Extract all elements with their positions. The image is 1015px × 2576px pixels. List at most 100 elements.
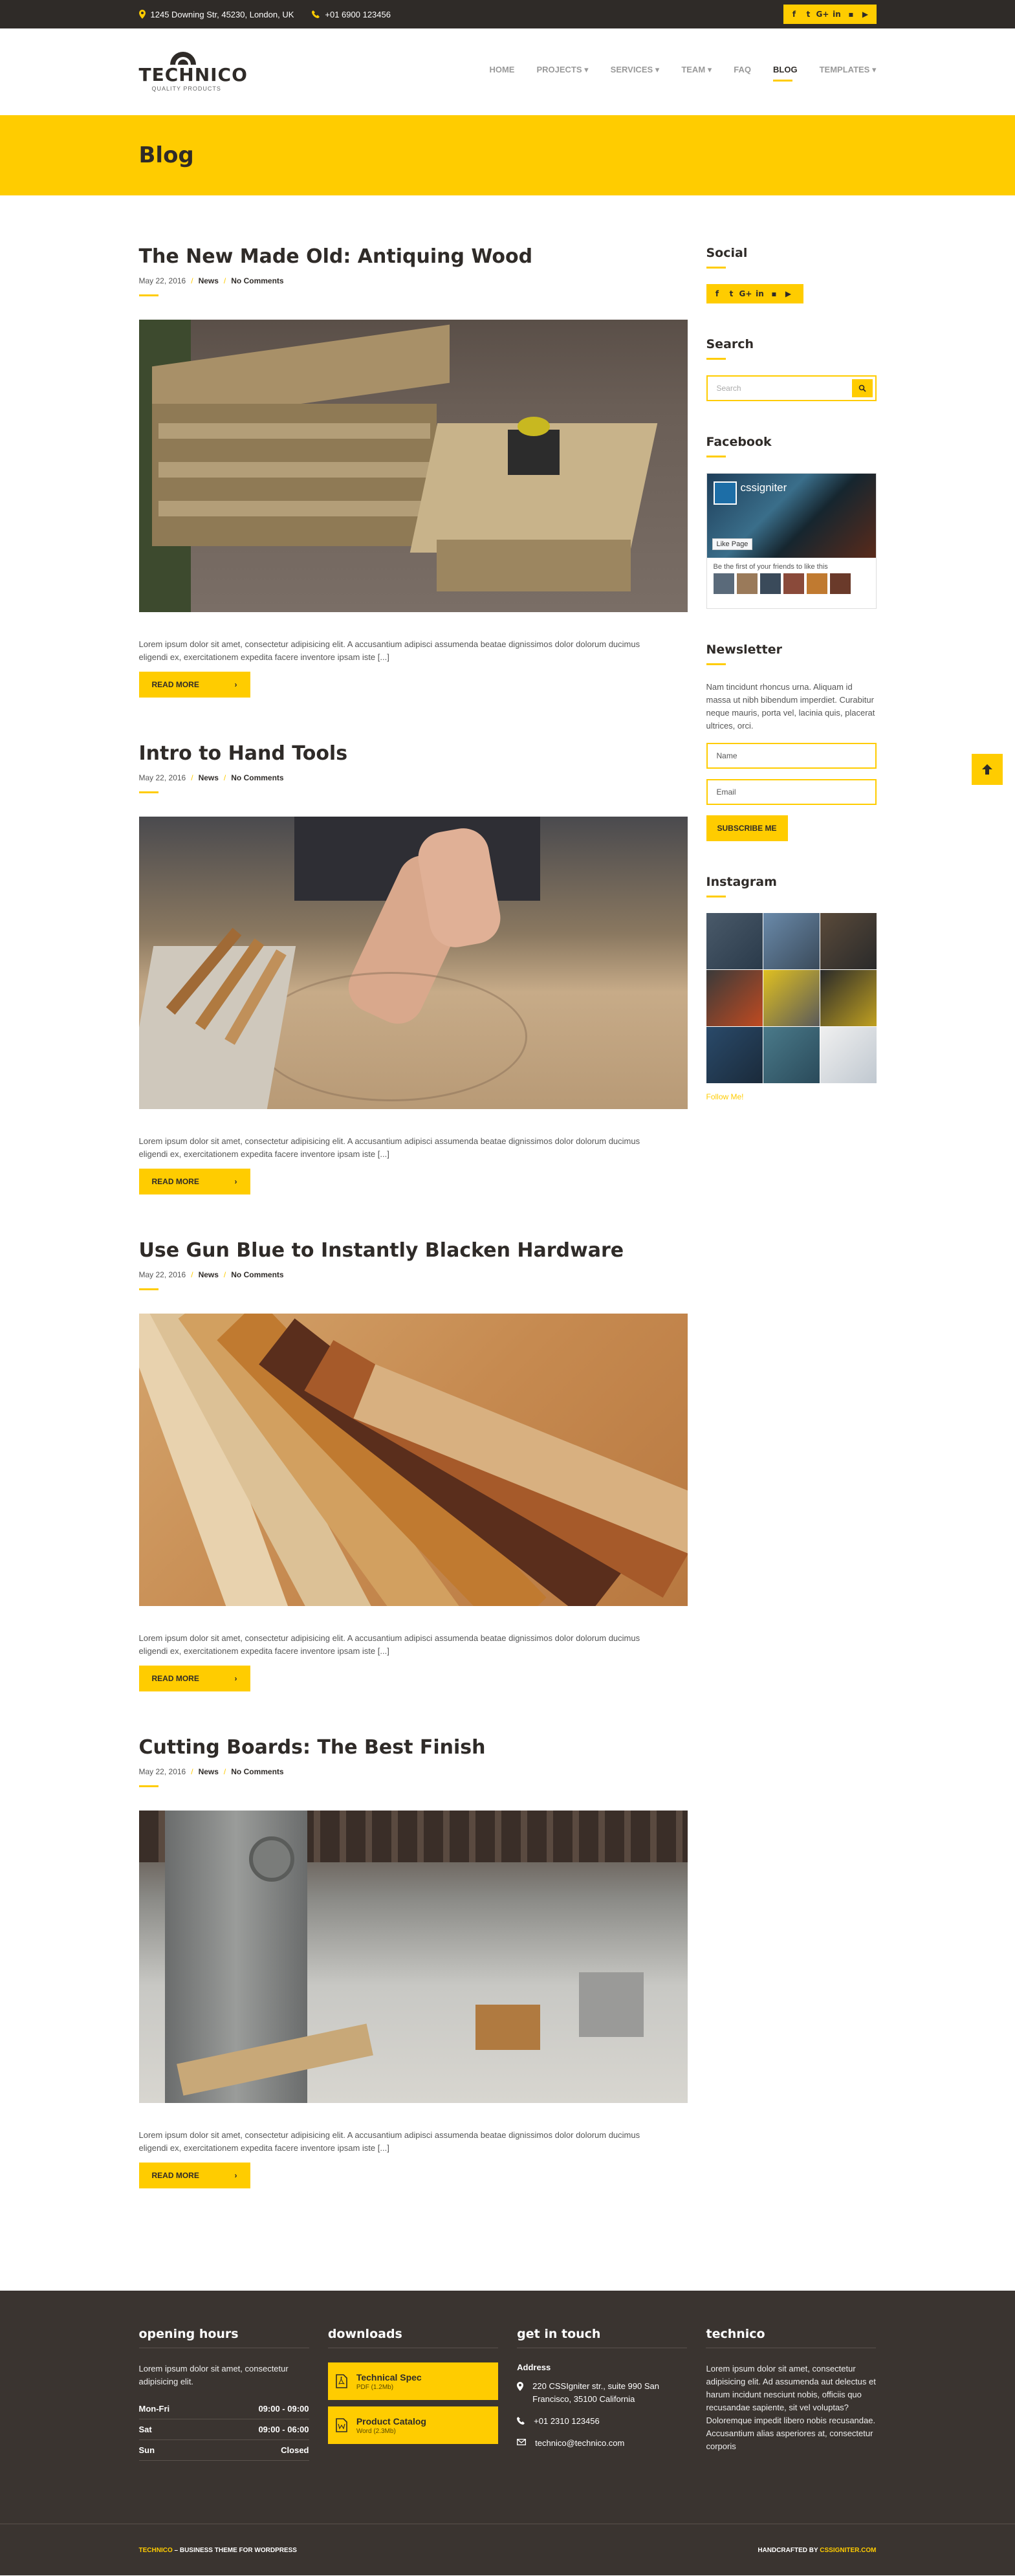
post-category[interactable]: News bbox=[199, 1767, 219, 1776]
nav-blog[interactable]: BLOG bbox=[773, 65, 798, 82]
flickr-icon[interactable]: ▪ bbox=[767, 287, 781, 301]
read-more-label: READ MORE bbox=[151, 680, 199, 689]
title-underline bbox=[706, 267, 726, 269]
widget-title: Newsletter bbox=[706, 643, 782, 657]
post-title[interactable]: The New Made Old: Antiquing Wood bbox=[139, 246, 688, 267]
youtube-icon[interactable]: ▶ bbox=[858, 7, 873, 21]
youtube-icon[interactable]: ▶ bbox=[781, 287, 796, 301]
phone-icon bbox=[517, 2417, 525, 2425]
about-text: Lorem ipsum dolor sit amet, consectetur … bbox=[706, 2364, 876, 2451]
hours-row: Mon-Fri 09:00 - 09:00 bbox=[138, 2399, 309, 2419]
twitter-icon[interactable]: t bbox=[802, 7, 816, 21]
instagram-photo[interactable] bbox=[820, 1027, 877, 1083]
post-image-wood-samples[interactable] bbox=[138, 1314, 688, 1606]
footer-downloads: downloads Technical Spec PDF (1.2Mb) Prod… bbox=[327, 2327, 498, 2524]
facebook-friend-thumbs bbox=[707, 573, 876, 594]
footer-cssigniter-link[interactable]: CSSIGNITER.COM bbox=[820, 2547, 876, 2554]
logo-sun-icon bbox=[169, 52, 196, 65]
title-underline bbox=[706, 456, 726, 457]
pdf-file-icon bbox=[336, 2374, 347, 2388]
title-underline bbox=[138, 294, 158, 296]
post-comments[interactable]: No Comments bbox=[231, 276, 283, 285]
post-image-workshop[interactable] bbox=[138, 1811, 688, 2103]
post-comments[interactable]: No Comments bbox=[231, 1270, 283, 1279]
facebook-friends-text: Be the first of your friends to like thi… bbox=[713, 563, 828, 571]
name-placeholder: Name bbox=[716, 751, 737, 760]
post-title[interactable]: Intro to Hand Tools bbox=[139, 743, 688, 764]
subscribe-button[interactable]: SUBSCRIBE ME bbox=[706, 815, 788, 841]
facebook-icon[interactable]: f bbox=[710, 287, 725, 301]
back-to-top-button[interactable] bbox=[971, 754, 1003, 785]
facebook-icon[interactable]: f bbox=[787, 7, 802, 21]
contact-email[interactable]: technico@technico.com bbox=[517, 2437, 687, 2450]
download-meta: Word (2.3Mb) bbox=[356, 2427, 396, 2435]
chevron-right-icon: › bbox=[234, 1674, 237, 1683]
search-button[interactable] bbox=[851, 379, 873, 397]
instagram-photo[interactable] bbox=[763, 970, 820, 1026]
footer-handcrafted-text: HANDCRAFTED BY bbox=[758, 2546, 820, 2554]
flickr-icon[interactable]: ▪ bbox=[844, 7, 858, 21]
facebook-like-button[interactable]: Like Page bbox=[712, 538, 753, 550]
post-excerpt: Lorem ipsum dolor sit amet, consectetur … bbox=[138, 639, 640, 662]
download-file[interactable]: Technical Spec PDF (1.2Mb) bbox=[327, 2362, 498, 2400]
linkedin-icon[interactable]: in bbox=[830, 7, 844, 21]
search-input[interactable]: Search bbox=[706, 375, 877, 401]
google-plus-icon[interactable]: G+ bbox=[816, 7, 830, 21]
read-more-button[interactable]: READ MORE › bbox=[138, 1666, 250, 1691]
read-more-button[interactable]: READ MORE › bbox=[138, 1169, 250, 1194]
instagram-photo[interactable] bbox=[706, 1027, 763, 1083]
email-field[interactable]: Email bbox=[706, 779, 877, 805]
friend-avatar bbox=[806, 573, 827, 594]
post-title[interactable]: Cutting Boards: The Best Finish bbox=[139, 1737, 688, 1758]
nav-services[interactable]: SERVICES ▾ bbox=[611, 65, 660, 79]
read-more-button[interactable]: READ MORE › bbox=[138, 2163, 250, 2188]
search-placeholder: Search bbox=[716, 384, 741, 393]
post-category[interactable]: News bbox=[199, 276, 219, 285]
facebook-page-name[interactable]: cssigniter bbox=[741, 481, 787, 494]
google-plus-icon[interactable]: G+ bbox=[739, 287, 753, 301]
nav-faq[interactable]: FAQ bbox=[734, 65, 751, 79]
instagram-photo[interactable] bbox=[820, 913, 877, 969]
post-category[interactable]: News bbox=[199, 1270, 219, 1279]
linkedin-icon[interactable]: in bbox=[753, 287, 767, 301]
post-image-pallet-furniture[interactable] bbox=[138, 320, 688, 612]
download-name: Technical Spec bbox=[356, 2372, 422, 2383]
post-category[interactable]: News bbox=[199, 773, 219, 782]
title-underline bbox=[706, 896, 726, 897]
nav-home[interactable]: HOME bbox=[489, 65, 514, 79]
facebook-widget: Facebook cssigniter Like Page Be the fir… bbox=[706, 435, 877, 609]
search-widget: Search Search bbox=[706, 337, 877, 401]
twitter-icon[interactable]: t bbox=[725, 287, 739, 301]
hours-day: Sat bbox=[138, 2425, 152, 2434]
facebook-avatar bbox=[713, 481, 737, 505]
download-meta: PDF (1.2Mb) bbox=[356, 2383, 394, 2391]
hours-row: Sat 09:00 - 06:00 bbox=[138, 2419, 309, 2440]
logo-tagline: QUALITY PRODUCTS bbox=[151, 85, 221, 92]
instagram-widget: Instagram Follow Me! bbox=[706, 875, 877, 1101]
instagram-photo[interactable] bbox=[763, 1027, 820, 1083]
download-file[interactable]: Product Catalog Word (2.3Mb) bbox=[327, 2406, 498, 2444]
instagram-photo[interactable] bbox=[706, 970, 763, 1026]
instagram-photo[interactable] bbox=[820, 970, 877, 1026]
nav-templates[interactable]: TEMPLATES ▾ bbox=[820, 65, 877, 79]
downloads-list: Technical Spec PDF (1.2Mb) Product Catalo… bbox=[327, 2362, 498, 2444]
post-comments[interactable]: No Comments bbox=[231, 1767, 283, 1776]
instagram-photo[interactable] bbox=[706, 913, 763, 969]
name-field[interactable]: Name bbox=[706, 743, 877, 769]
main-area: The New Made Old: Antiquing Wood May 22,… bbox=[0, 195, 1015, 2234]
post-date: May 22, 2016 bbox=[138, 1767, 186, 1776]
site-logo[interactable]: TECHNICO QUALITY PRODUCTS bbox=[139, 52, 248, 92]
nav-projects[interactable]: PROJECTS ▾ bbox=[536, 65, 588, 79]
post-comments[interactable]: No Comments bbox=[231, 773, 283, 782]
post-title[interactable]: Use Gun Blue to Instantly Blacken Hardwa… bbox=[139, 1240, 688, 1261]
facebook-page-plugin[interactable]: cssigniter Like Page Be the first of you… bbox=[706, 473, 877, 609]
nav-team[interactable]: TEAM ▾ bbox=[681, 65, 712, 79]
instagram-follow-link[interactable]: Follow Me! bbox=[706, 1092, 877, 1101]
top-bar: 1245 Downing Str, 45230, London, UK +01 … bbox=[0, 0, 1015, 28]
instagram-photo[interactable] bbox=[763, 913, 820, 969]
post-meta: May 22, 2016/News / No Comments bbox=[138, 773, 284, 782]
footer-credit: TECHNICO – BUSINESS THEME FOR WORDPRESS bbox=[139, 2547, 297, 2554]
read-more-button[interactable]: READ MORE › bbox=[138, 672, 250, 698]
footer-hours: opening hours Lorem ipsum dolor sit amet… bbox=[138, 2327, 309, 2524]
post-image-hand-tools[interactable] bbox=[138, 817, 688, 1109]
